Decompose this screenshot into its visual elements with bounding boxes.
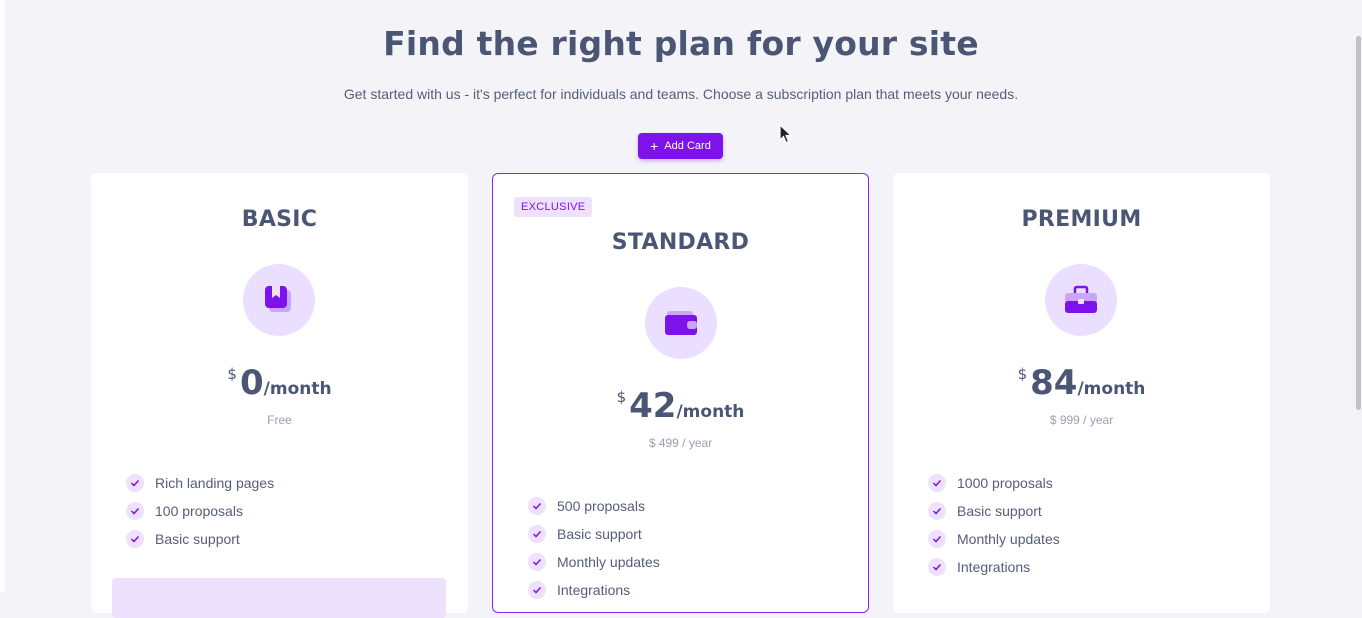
price-currency: $ — [1017, 365, 1028, 383]
feature-item: Monthly updates — [928, 525, 1060, 553]
feature-item: Integrations — [528, 576, 660, 604]
plan-price: $84/month — [893, 363, 1270, 403]
check-icon — [928, 558, 946, 576]
add-card-button[interactable]: + Add Card — [638, 133, 723, 159]
price-amount: 42 — [629, 386, 677, 426]
bookmark-icon — [265, 286, 291, 312]
price-period: /month — [676, 402, 745, 422]
plus-icon: + — [650, 138, 659, 154]
check-icon — [126, 530, 144, 548]
check-icon — [528, 553, 546, 571]
plan-icon-wrapper — [645, 287, 717, 359]
plan-note: $ 999 / year — [1049, 413, 1114, 427]
feature-item: 500 proposals — [528, 492, 660, 520]
feature-item: Rich landing pages — [126, 469, 274, 497]
check-icon — [528, 497, 546, 515]
plan-name: PREMIUM — [1021, 207, 1142, 232]
check-icon — [928, 474, 946, 492]
plan-note: Free — [267, 413, 292, 427]
plan-name: BASIC — [241, 207, 318, 232]
price-period: /month — [263, 379, 332, 399]
feature-item: Basic support — [126, 525, 274, 553]
plan-icon-wrapper — [243, 264, 315, 336]
price-currency: $ — [227, 365, 237, 383]
plan-icon-wrapper — [1045, 264, 1117, 336]
exclusive-badge: EXCLUSIVE — [514, 197, 593, 217]
price-period: /month — [1077, 379, 1146, 399]
feature-item: 1000 proposals — [928, 469, 1060, 497]
wallet-icon — [665, 311, 697, 335]
plan-card-premium: PREMIUM $84/month $ 999 / year 1000 prop… — [893, 173, 1270, 613]
feature-list: Rich landing pages 100 proposals Basic s… — [126, 469, 274, 553]
feature-item: Basic support — [528, 520, 660, 548]
feature-item: Basic support — [928, 497, 1060, 525]
page-subtitle: Get started with us - it's perfect for i… — [343, 86, 1019, 102]
plan-name: STANDARD — [611, 230, 750, 255]
check-icon — [928, 502, 946, 520]
check-icon — [528, 525, 546, 543]
feature-list: 1000 proposals Basic support Monthly upd… — [928, 469, 1060, 581]
feature-item: 100 proposals — [126, 497, 274, 525]
plan-card-basic: BASIC $0/month Free Rich landing pages 1… — [91, 173, 468, 618]
check-icon — [928, 530, 946, 548]
add-card-label: Add Card — [664, 140, 711, 152]
plan-price: $0/month — [91, 363, 468, 403]
check-icon — [528, 581, 546, 599]
page-title: Find the right plan for your site — [383, 24, 979, 63]
feature-item: Integrations — [928, 553, 1060, 581]
price-amount: 0 — [239, 363, 264, 403]
plan-note: $ 499 / year — [648, 436, 713, 450]
plan-card-standard: EXCLUSIVE STANDARD $42/month $ 499 / yea… — [492, 173, 869, 613]
briefcase-icon — [1065, 285, 1097, 313]
feature-list: 500 proposals Basic support Monthly upda… — [528, 492, 660, 604]
mouse-cursor-icon — [779, 124, 793, 144]
check-icon — [126, 502, 144, 520]
plan-price: $42/month — [493, 386, 868, 426]
select-plan-button[interactable] — [112, 578, 446, 618]
check-icon — [126, 474, 144, 492]
price-currency: $ — [616, 388, 627, 406]
feature-item: Monthly updates — [528, 548, 660, 576]
price-amount: 84 — [1030, 363, 1078, 403]
